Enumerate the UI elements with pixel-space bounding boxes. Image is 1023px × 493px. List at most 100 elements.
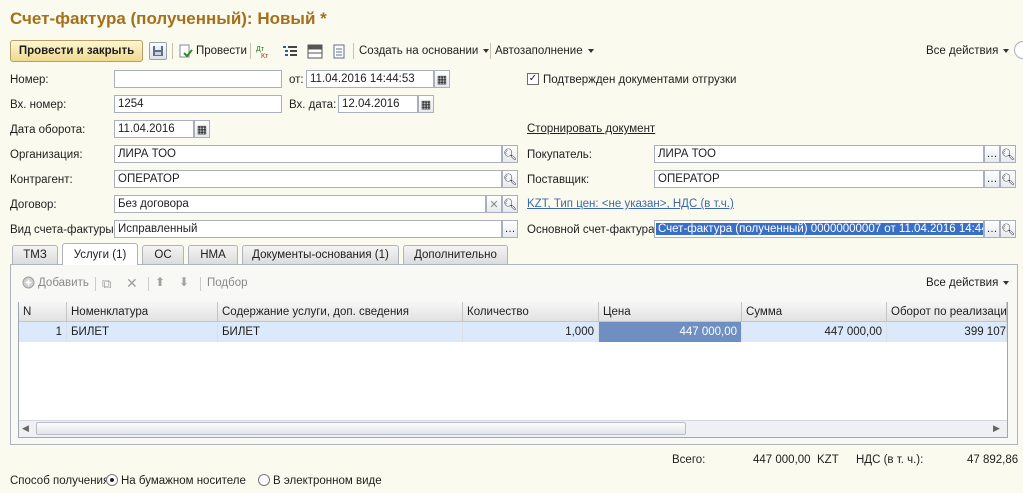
supplier-label: Поставщик: bbox=[527, 174, 590, 186]
price-cell[interactable]: 447 000,00 bbox=[599, 322, 742, 342]
select-button[interactable]: … bbox=[984, 170, 1000, 188]
post-and-close-button[interactable]: Провести и закрыть bbox=[10, 40, 143, 62]
in-number-label: Вх. номер: bbox=[10, 99, 67, 111]
column-header[interactable]: Цена bbox=[599, 302, 742, 322]
search-icon[interactable]: 🔍︎ bbox=[502, 145, 518, 163]
column-header[interactable]: Сумма bbox=[742, 302, 887, 322]
buyer-label: Покупатель: bbox=[527, 149, 592, 161]
table-all-actions-menu[interactable]: Все действия bbox=[926, 277, 1009, 289]
paper-radio[interactable] bbox=[106, 474, 118, 486]
column-header[interactable]: Оборот по реализации bbox=[887, 302, 1007, 322]
add-icon bbox=[22, 276, 35, 289]
help-button[interactable] bbox=[1014, 41, 1023, 59]
base-invoice-value: Счет-фактура (полученный) 00000000007 от… bbox=[656, 223, 983, 235]
receive-method-label: Способ получения: bbox=[10, 475, 113, 487]
create-based-on-menu[interactable]: Создать на основании bbox=[357, 40, 491, 62]
autofill-menu[interactable]: Автозаполнение bbox=[493, 40, 596, 62]
column-header[interactable]: N bbox=[19, 302, 67, 322]
tab-services[interactable]: Услуги (1) bbox=[62, 243, 138, 265]
table-icon[interactable] bbox=[307, 40, 323, 62]
scroll-left-icon[interactable]: ◀ bbox=[22, 423, 29, 434]
save-icon[interactable] bbox=[149, 42, 167, 60]
post-button[interactable]: Провести bbox=[178, 40, 247, 62]
column-header[interactable]: Номенклатура bbox=[67, 302, 218, 322]
content-cell[interactable]: БИЛЕТ bbox=[218, 322, 463, 342]
contractor-field[interactable]: ОПЕРАТОР bbox=[114, 170, 502, 188]
quantity-cell[interactable]: 1,000 bbox=[463, 322, 599, 342]
calendar-icon[interactable]: ▦ bbox=[418, 95, 434, 113]
tab-additional[interactable]: Дополнительно bbox=[403, 245, 508, 264]
electronic-radio[interactable] bbox=[258, 474, 270, 486]
copy-icon[interactable]: ⧉ bbox=[102, 276, 111, 292]
tab-base-documents[interactable]: Документы-основания (1) bbox=[242, 245, 399, 264]
invoice-kind-label: Вид счета-фактуры: bbox=[10, 224, 117, 236]
electronic-label: В электронном виде bbox=[273, 475, 382, 487]
organization-label: Организация: bbox=[10, 149, 83, 161]
from-label: от: bbox=[289, 74, 304, 86]
arrow-down-icon[interactable]: ⬇ bbox=[179, 275, 189, 289]
select-button[interactable]: … bbox=[502, 220, 518, 238]
invoice-kind-field[interactable]: Исправленный bbox=[114, 220, 502, 238]
search-icon[interactable]: 🔍︎ bbox=[1000, 220, 1016, 238]
calendar-icon[interactable]: ▦ bbox=[434, 70, 450, 88]
in-number-field[interactable]: 1254 bbox=[114, 95, 282, 113]
confirmed-label: Подтвержден документами отгрузки bbox=[543, 74, 737, 86]
column-header[interactable]: Содержание услуги, доп. сведения bbox=[218, 302, 463, 322]
confirmed-checkbox[interactable]: ✓ bbox=[527, 73, 539, 85]
search-icon[interactable]: 🔍︎ bbox=[1000, 170, 1016, 188]
tab-tmz[interactable]: ТМЗ bbox=[12, 245, 58, 264]
vat-value: 47 892,86 bbox=[967, 454, 1019, 466]
search-icon[interactable]: 🔍︎ bbox=[1000, 145, 1016, 163]
tab-os[interactable]: ОС bbox=[142, 245, 184, 264]
organization-field[interactable]: ЛИРА ТОО bbox=[114, 145, 502, 163]
arrow-up-icon[interactable]: ⬆ bbox=[155, 275, 165, 289]
structure-icon[interactable] bbox=[282, 40, 298, 62]
select-items-button[interactable]: Подбор bbox=[207, 277, 248, 289]
in-date-field[interactable]: 12.04.2016 bbox=[338, 95, 418, 113]
search-icon[interactable]: 🔍︎ bbox=[502, 195, 518, 213]
svg-text:Дт: Дт bbox=[256, 46, 265, 53]
all-actions-menu[interactable]: Все действия bbox=[924, 40, 1011, 62]
price-type-link[interactable]: KZT, Тип цен: <не указан>, НДС (в т.ч.) bbox=[527, 198, 734, 210]
buyer-field[interactable]: ЛИРА ТОО bbox=[654, 145, 984, 163]
turnover-date-field[interactable]: 11.04.2016 bbox=[114, 120, 194, 138]
add-button[interactable]: Добавить bbox=[22, 276, 89, 289]
add-label: Добавить bbox=[38, 276, 89, 289]
search-icon[interactable]: 🔍︎ bbox=[502, 170, 518, 188]
dt-kt-icon[interactable]: Дт Кт bbox=[256, 40, 271, 62]
sum-cell[interactable]: 447 000,00 bbox=[742, 322, 887, 342]
storno-link[interactable]: Сторнировать документ bbox=[527, 123, 655, 135]
post-icon bbox=[179, 44, 193, 57]
calendar-icon[interactable]: ▦ bbox=[194, 120, 210, 138]
scroll-right-icon[interactable]: ▶ bbox=[993, 423, 1000, 434]
scrollbar-thumb[interactable] bbox=[36, 422, 686, 435]
clear-icon[interactable]: ✕ bbox=[486, 195, 502, 213]
delete-icon[interactable]: ✕ bbox=[126, 275, 138, 292]
contract-field[interactable]: Без договора bbox=[114, 195, 486, 213]
tab-nma[interactable]: НМА bbox=[188, 245, 238, 264]
currency-label: KZT bbox=[817, 454, 839, 466]
item-cell[interactable]: БИЛЕТ bbox=[67, 322, 218, 342]
in-date-label: Вх. дата: bbox=[289, 99, 337, 111]
select-button[interactable]: … bbox=[984, 145, 1000, 163]
date-field[interactable]: 11.04.2016 14:44:53 bbox=[306, 70, 434, 88]
vat-label: НДС (в т. ч.): bbox=[856, 454, 924, 466]
paper-label: На бумажном носителе bbox=[121, 475, 246, 487]
total-value: 447 000,00 bbox=[753, 454, 811, 466]
base-invoice-label: Основной счет-фактура: bbox=[527, 224, 658, 236]
base-invoice-field[interactable]: Счет-фактура (полученный) 00000000007 от… bbox=[654, 220, 984, 238]
contract-label: Договор: bbox=[10, 199, 57, 211]
total-label: Всего: bbox=[672, 454, 706, 466]
select-button[interactable]: … bbox=[984, 220, 1000, 238]
column-header[interactable]: Количество bbox=[463, 302, 599, 322]
number-label: Номер: bbox=[10, 74, 49, 86]
turnover-cell[interactable]: 399 107 bbox=[887, 322, 1007, 342]
page-title: Счет-фактура (полученный): Новый * bbox=[10, 9, 327, 28]
supplier-field[interactable]: ОПЕРАТОР bbox=[654, 170, 984, 188]
row-number: 1 bbox=[19, 322, 67, 342]
document-icon[interactable] bbox=[333, 40, 346, 62]
svg-text:Кт: Кт bbox=[261, 53, 269, 59]
number-field[interactable] bbox=[114, 70, 282, 88]
post-label: Провести bbox=[196, 45, 247, 57]
turnover-date-label: Дата оборота: bbox=[10, 124, 86, 136]
